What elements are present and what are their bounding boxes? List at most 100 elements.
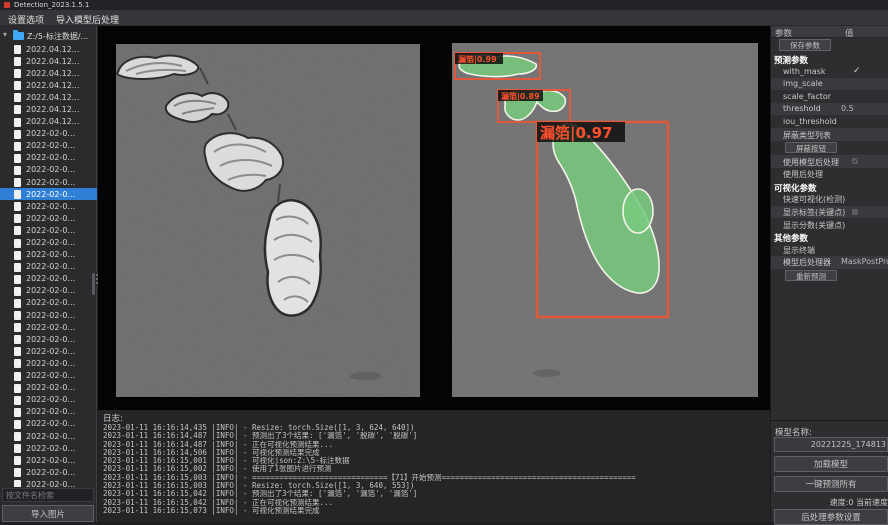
tree-item[interactable]: 2022-02-0... [0,200,97,212]
tree-item[interactable]: 2022-02-0... [0,430,97,442]
param-action-button[interactable]: 屏蔽按钮 [785,142,837,154]
chevron-down-icon[interactable]: ▾ [3,30,7,39]
tree-item-label: 2022-02-0... [26,480,75,487]
tree-item[interactable]: 2022-02-0... [0,212,97,224]
model-section: 模型名称: 20221225_174813 加载模型 一键预测所有 速度:0 当… [771,420,888,522]
load-model-button[interactable]: 加载模型 [774,456,888,472]
param-row[interactable]: iou_threshold [771,115,888,128]
param-row[interactable]: scale_factor [771,90,888,103]
tree-item-label: 2022-02-0... [26,238,75,247]
detection-label-3: 漏箔|0.97 [540,124,613,143]
tree-item-label: 2022.04.12... [26,69,79,78]
param-row[interactable]: threshold0.5 [771,103,888,116]
menu-item-settings[interactable]: 设置选项 [4,12,48,27]
tree-item[interactable]: 2022-02-0... [0,357,97,369]
tree-item[interactable]: 2022-02-0... [0,224,97,236]
tree-item[interactable]: 2022-02-0... [0,188,97,200]
search-input[interactable] [2,488,94,502]
tree-item[interactable]: 2022-02-0... [0,394,97,406]
tree-item[interactable]: 2022-02-0... [0,406,97,418]
panel-splitter-handle[interactable] [96,272,98,286]
file-icon [14,69,21,78]
detection-label-1: 漏箔|0.99 [458,54,497,64]
log-line: 2023-01-11 16:16:15,073 |INFO| - 可视化预测结果… [103,507,767,515]
param-section-row: 其他参数 [771,231,888,244]
tree-item[interactable]: 2022.04.12... [0,103,97,115]
tree-root-label: Z:/5-标注数据/... [27,31,88,42]
file-icon [14,335,21,344]
tree-item[interactable]: 2022.04.12... [0,43,97,55]
file-icon [14,105,21,114]
predict-all-button[interactable]: 一键预测所有 [774,476,888,492]
checkbox-empty-icon[interactable] [851,208,859,216]
param-row[interactable]: img_scale [771,78,888,91]
tree-item[interactable]: 2022.04.12... [0,91,97,103]
tree-item[interactable]: 2022-02-0... [0,370,97,382]
param-row[interactable]: 屏蔽类型列表 [771,128,888,141]
tree-item[interactable]: 2022-02-0... [0,333,97,345]
tree-item[interactable]: 2022.04.12... [0,67,97,79]
source-image[interactable] [116,44,420,397]
menu-item-import-postproc[interactable]: 导入模型后处理 [52,12,123,27]
tree-item[interactable]: 2022-02-0... [0,321,97,333]
param-row[interactable]: 快速可视化(检测) [771,193,888,206]
check-icon[interactable]: ✓ [853,66,861,76]
tree-scrollbar[interactable] [92,273,95,295]
tree-item[interactable]: 2022.04.12... [0,79,97,91]
tree-item[interactable]: 2022-02-0... [0,176,97,188]
file-icon [14,480,21,487]
tree-item[interactable]: 2022-02-0... [0,164,97,176]
param-action-button[interactable]: 保存参数 [779,39,831,51]
tree-item-label: 2022.04.12... [26,93,79,102]
tree-item[interactable]: 2022-02-0... [0,273,97,285]
tree-item[interactable]: 2022.04.12... [0,55,97,67]
tree-item[interactable]: 2022.04.12... [0,116,97,128]
tree-item[interactable]: 2022-02-0... [0,418,97,430]
file-icon [14,347,21,356]
tree-item[interactable]: 2022-02-0... [0,261,97,273]
tree-item[interactable]: 2022-02-0... [0,478,97,487]
file-icon [14,214,21,223]
param-row[interactable]: 模型后处理器MaskPostPro [771,256,888,269]
tree-item[interactable]: 2022-02-0... [0,140,97,152]
param-row[interactable]: 显示分数(关键点) [771,218,888,231]
tree-item[interactable]: 2022-02-0... [0,382,97,394]
param-label: img_scale [783,79,823,88]
tree-item-label: 2022-02-0... [26,190,75,199]
file-icon [14,396,21,405]
tree-item[interactable]: 2022-02-0... [0,466,97,478]
tree-item[interactable]: 2022-02-0... [0,454,97,466]
file-icon [14,408,21,417]
postproc-settings-button[interactable]: 后处理参数设置 [774,509,888,525]
checkbox-checked-icon[interactable]: ✓ [851,157,859,165]
param-row[interactable]: with_mask✓ [771,65,888,78]
tree-item[interactable]: 2022-02-0... [0,128,97,140]
folder-icon [13,32,24,40]
param-row[interactable]: 重新预测 [771,269,888,284]
tree-item[interactable]: 2022-02-0... [0,345,97,357]
tree-root[interactable]: ▾ Z:/5-标注数据/... [0,30,97,42]
import-images-button[interactable]: 导入图片 [2,505,94,522]
param-label: 显示标签(关键点) [783,207,845,218]
param-row[interactable]: 使用后处理 [771,168,888,181]
prediction-image[interactable]: 漏箔|0.99 漏箔|0.89 漏箔|0.97 [452,43,758,397]
tree-item[interactable]: 2022-02-0... [0,285,97,297]
tree-item-label: 2022-02-0... [26,407,75,416]
tree-item[interactable]: 2022-02-0... [0,237,97,249]
param-row[interactable]: 屏蔽按钮 [771,141,888,156]
tree-item[interactable]: 2022-02-0... [0,152,97,164]
param-row[interactable]: 保存参数 [771,38,888,53]
param-row[interactable]: 显示标签(关键点) [771,206,888,219]
param-row[interactable]: 显示终端 [771,243,888,256]
param-action-button[interactable]: 重新预测 [785,270,837,282]
tree-item-label: 2022-02-0... [26,274,75,283]
tree-item[interactable]: 2022-02-0... [0,297,97,309]
log-panel: 日志: 2023-01-11 16:16:14,435 |INFO| - Res… [98,410,770,522]
tree-item[interactable]: 2022-02-0... [0,309,97,321]
model-name-field[interactable]: 20221225_174813 [774,437,888,452]
param-value[interactable]: 0.5 [841,104,888,113]
param-row[interactable]: 使用模型后处理✓ [771,155,888,168]
tree-item[interactable]: 2022-02-0... [0,442,97,454]
tree-item[interactable]: 2022-02-0... [0,249,97,261]
param-value[interactable]: MaskPostPro [841,257,888,266]
